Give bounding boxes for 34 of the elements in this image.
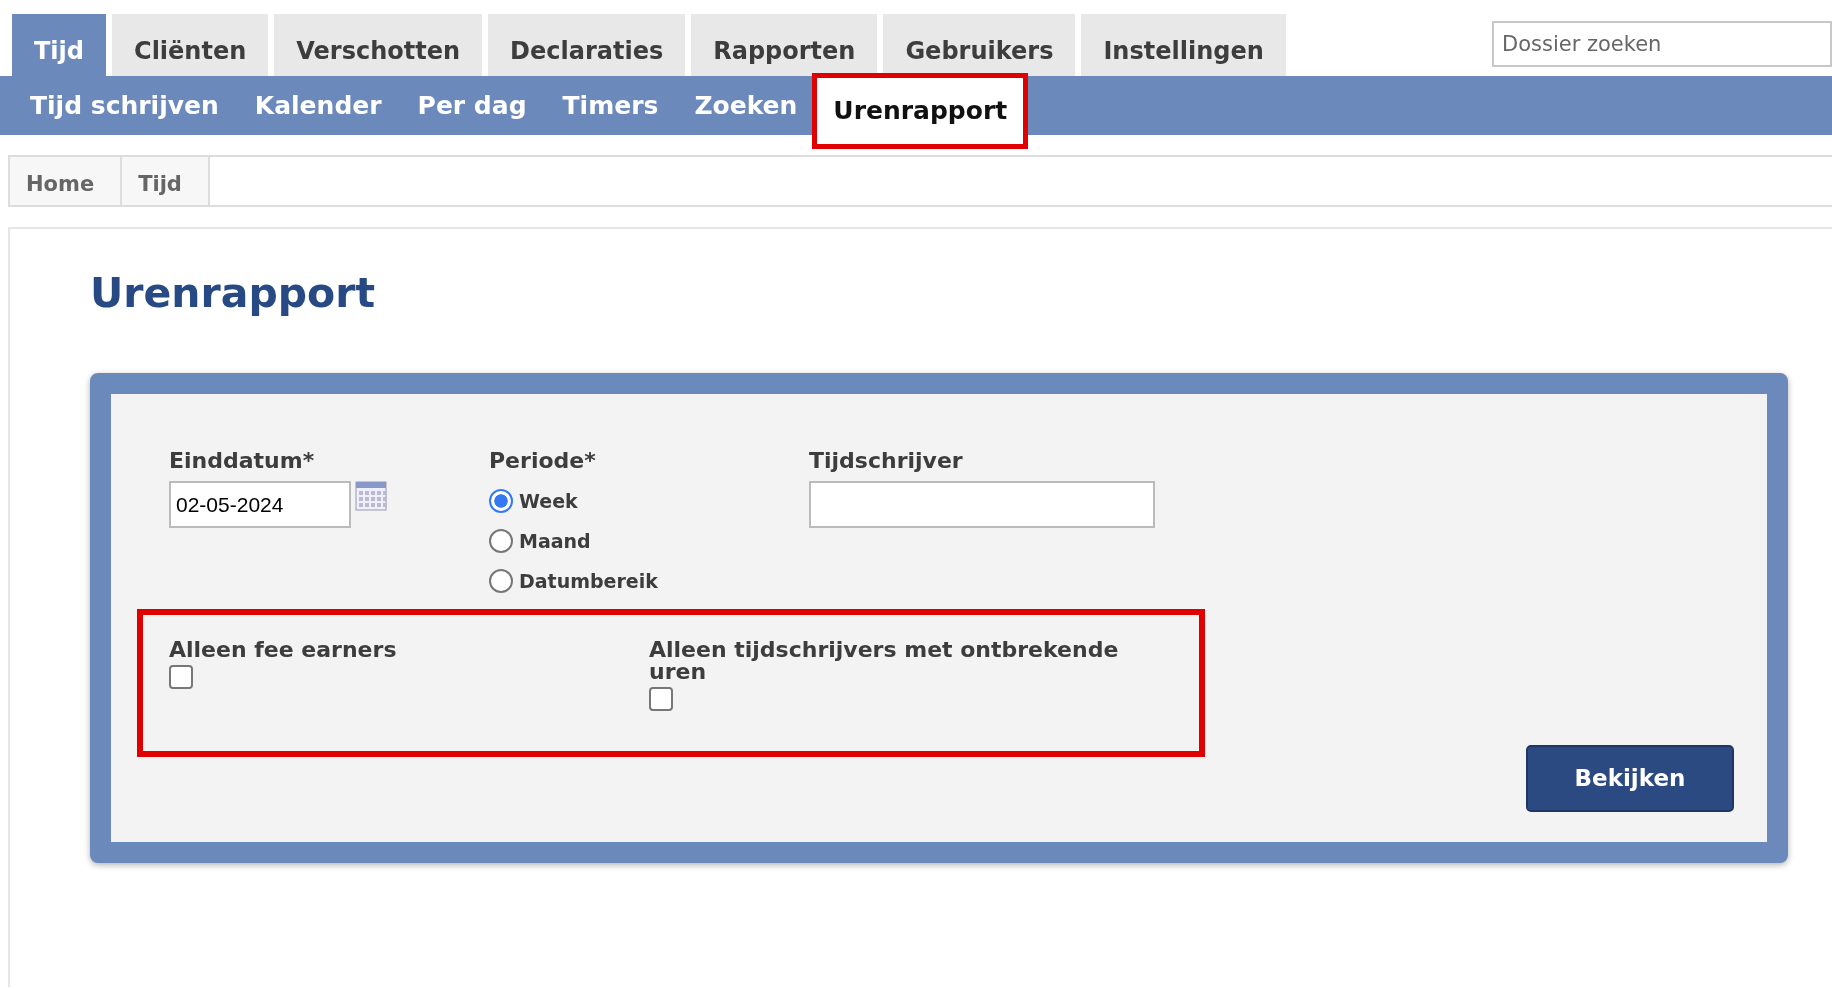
- subnav-tab[interactable]: Tijd schrijven: [12, 76, 237, 135]
- field-label: Tijdschrijver: [809, 447, 964, 476]
- radio-label: Datumbereik: [519, 568, 658, 594]
- checkbox[interactable]: [649, 687, 673, 712]
- nav-tab[interactable]: Cliënten: [112, 14, 269, 76]
- field-label: Einddatum*: [169, 447, 316, 476]
- nav-tab[interactable]: Gebruikers: [883, 14, 1076, 76]
- radio-label: Week: [519, 488, 578, 514]
- nav-tab[interactable]: Declaraties: [488, 14, 686, 76]
- breadcrumb-link[interactable]: Tijd: [122, 157, 210, 205]
- subnav-tab[interactable]: Kalender: [236, 76, 400, 135]
- view-button[interactable]: Bekijken: [1526, 745, 1734, 813]
- page-title: Urenrapport: [90, 269, 377, 319]
- radio-button[interactable]: [489, 489, 513, 514]
- nav-tab[interactable]: Instellingen: [1081, 14, 1286, 76]
- breadcrumb-link[interactable]: Home: [10, 157, 123, 205]
- checkbox-label: Alleen fee earners: [169, 639, 398, 662]
- radio-button[interactable]: [489, 569, 513, 594]
- timekeeper-field[interactable]: [809, 481, 1155, 529]
- field-label: Periode*: [489, 447, 597, 476]
- calendar-icon[interactable]: [355, 481, 387, 512]
- nav-tab[interactable]: Verschotten: [274, 14, 483, 76]
- nav-tab[interactable]: Tijd: [12, 14, 106, 76]
- search-field[interactable]: Dossier zoeken: [1492, 21, 1832, 67]
- subnav-tab[interactable]: Per dag: [399, 76, 545, 135]
- subnav-tab[interactable]: Urenrapport: [815, 76, 1026, 146]
- radio-label: Maand: [519, 528, 591, 554]
- checkbox-label: Alleen tijdschrijvers met ontbrekende uren: [649, 639, 1120, 684]
- checkbox[interactable]: [169, 665, 193, 690]
- subnav-tab[interactable]: Timers: [544, 76, 677, 135]
- radio-button[interactable]: [489, 529, 513, 554]
- subnav-tab[interactable]: Zoeken: [676, 76, 816, 135]
- date-field[interactable]: 02-05-2024: [169, 481, 351, 529]
- nav-tab[interactable]: Rapporten: [691, 14, 878, 76]
